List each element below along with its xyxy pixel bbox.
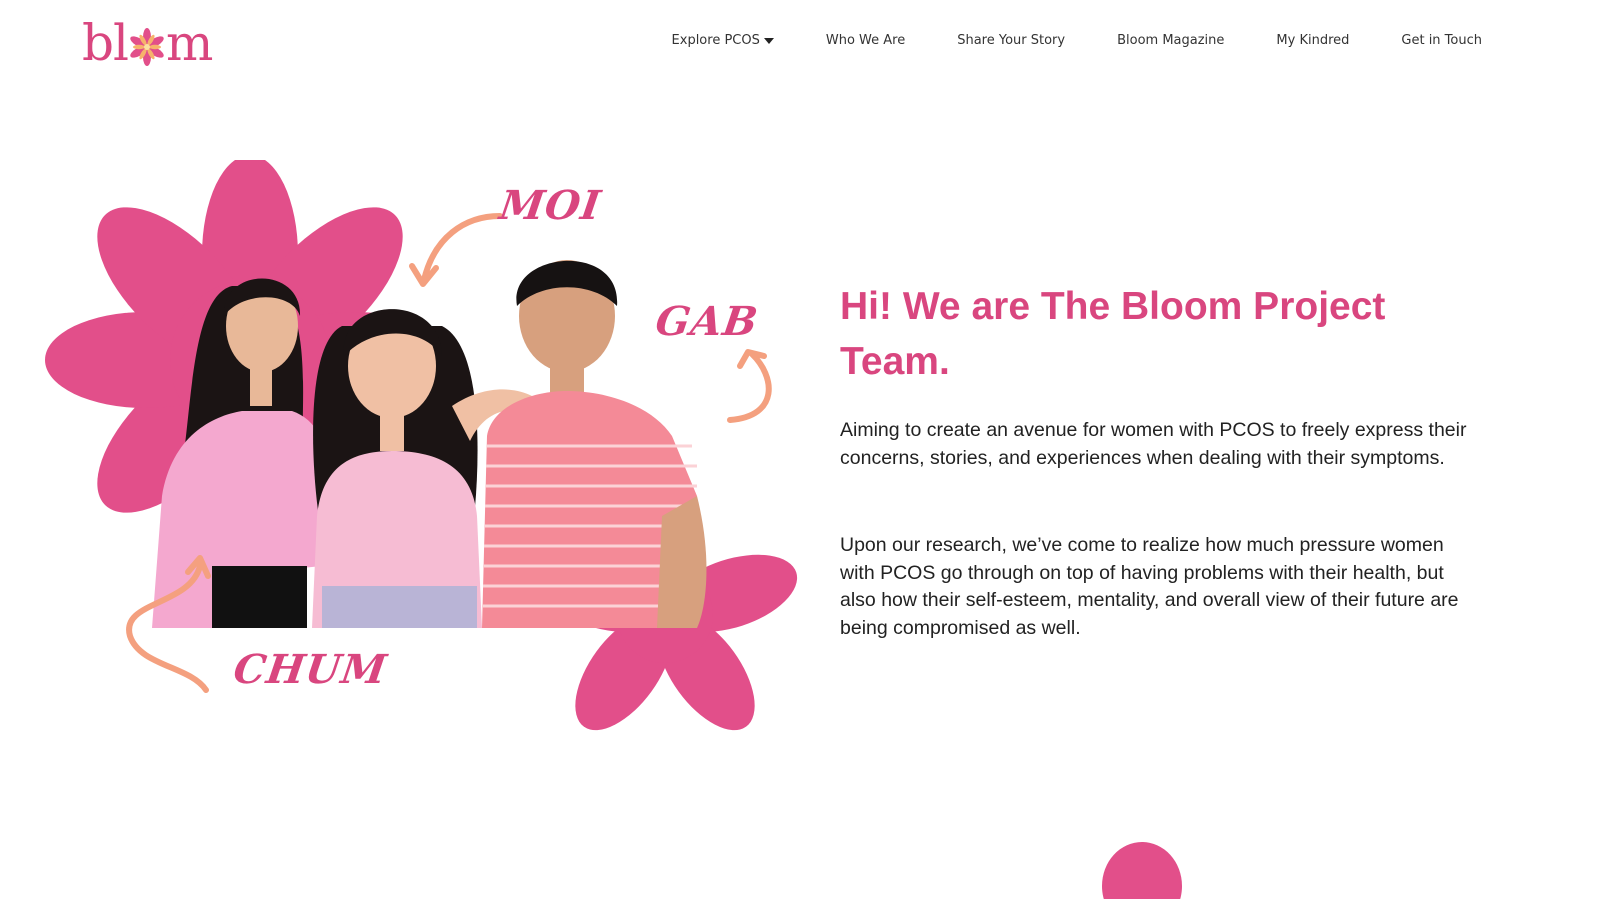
hero-paragraph-2: Upon our research, we’ve come to realize… — [840, 534, 1459, 639]
name-label-gab: GAB — [652, 298, 762, 345]
nav-share-your-story[interactable]: Share Your Story — [957, 33, 1065, 48]
arrow-gab-icon — [727, 349, 772, 423]
main-nav: Explore PCOS Who We Are Share Your Story… — [672, 33, 1482, 48]
nav-explore-pcos-label: Explore PCOS — [671, 33, 760, 48]
nav-who-we-are[interactable]: Who We Are — [826, 33, 905, 48]
hero-paragraph-1: Aiming to create an avenue for women wit… — [840, 419, 1467, 469]
hero-title: Hi! We are The Bloom Project Team. — [840, 285, 1386, 383]
logo-text-right: m — [166, 14, 213, 72]
name-label-moi: MOI — [496, 182, 605, 229]
name-label-chum: CHUM — [230, 646, 391, 693]
logo-text-left: bl — [82, 14, 129, 72]
decorative-petal-shape — [1102, 842, 1182, 899]
caret-down-icon — [763, 37, 774, 44]
team-illustration: MOI GAB CHUM — [40, 160, 800, 740]
arrow-chum-icon — [126, 555, 211, 693]
nav-get-in-touch[interactable]: Get in Touch — [1401, 33, 1482, 48]
bloom-logo[interactable]: bl m — [82, 14, 213, 72]
nav-bloom-magazine[interactable]: Bloom Magazine — [1117, 33, 1224, 48]
flower-icon — [130, 28, 164, 66]
nav-explore-pcos[interactable]: Explore PCOS — [672, 33, 774, 48]
nav-my-kindred[interactable]: My Kindred — [1276, 33, 1349, 48]
page: bl m Explore PCOS Who We Are Share Your … — [0, 0, 1599, 899]
